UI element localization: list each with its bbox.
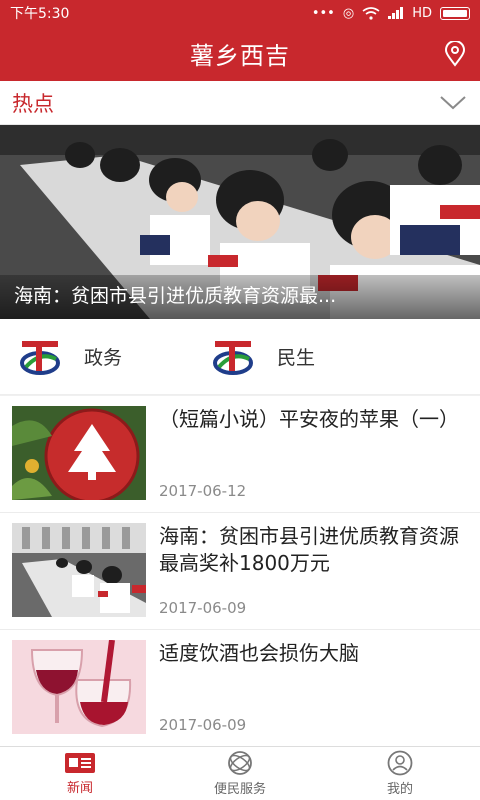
battery-icon xyxy=(440,6,470,20)
news-thumbnail xyxy=(12,406,146,500)
news-date: 2017-06-09 xyxy=(159,599,247,617)
featured-banner[interactable]: 海南：贫困市县引进优质教育资源最... xyxy=(0,125,480,319)
app-header: 薯乡西吉 xyxy=(0,26,480,81)
news-text: （短篇小说）平安夜的苹果（一） 2017-06-12 xyxy=(146,406,468,502)
expand-button[interactable] xyxy=(438,93,468,113)
tab-label: 我的 xyxy=(386,782,413,797)
wifi-icon xyxy=(362,6,380,20)
gov-logo-icon xyxy=(213,340,253,375)
category-label: 政务 xyxy=(84,347,123,369)
location-button[interactable] xyxy=(442,40,468,68)
news-text: 适度饮酒也会损伤大脑 2017-06-09 xyxy=(146,640,468,736)
location-pin-icon xyxy=(444,41,466,67)
alarm-icon: ◎ xyxy=(342,5,355,21)
banner-caption: 海南：贫困市县引进优质教育资源最... xyxy=(0,275,480,319)
category-livelihood[interactable]: 民生 xyxy=(193,337,386,377)
news-list: （短篇小说）平安夜的苹果（一） 2017-06-12 海南：贫困市县引进优质教育… xyxy=(0,395,480,747)
tab-label: 便民服务 xyxy=(213,782,266,797)
news-item[interactable]: （短篇小说）平安夜的苹果（一） 2017-06-12 xyxy=(0,396,480,513)
app-title: 薯乡西吉 xyxy=(190,42,290,70)
news-title: （短篇小说）平安夜的苹果（一） xyxy=(159,407,459,431)
hot-section-header: 热点 xyxy=(0,81,480,125)
news-date: 2017-06-12 xyxy=(159,482,247,500)
news-item[interactable]: 海南：贫困市县引进优质教育资源最高奖补1800万元 2017-06-09 xyxy=(0,513,480,630)
gov-logo-icon xyxy=(20,340,60,375)
bottom-tab-bar: 新闻 便民服务 我的 xyxy=(0,746,480,800)
category-gov[interactable]: 政务 xyxy=(0,337,193,377)
news-item[interactable]: 适度饮酒也会损伤大脑 2017-06-09 xyxy=(0,630,480,747)
more-dots-icon: ••• xyxy=(311,5,335,21)
chevron-down-icon xyxy=(440,95,466,109)
service-icon xyxy=(228,751,252,775)
tab-label: 新闻 xyxy=(66,781,93,796)
news-title: 海南：贫困市县引进优质教育资源最高奖补1800万元 xyxy=(159,524,459,575)
tab-profile[interactable]: 我的 xyxy=(320,747,480,800)
signal-icon xyxy=(388,7,404,19)
section-title: 热点 xyxy=(12,91,54,116)
profile-icon xyxy=(387,750,413,776)
status-icons: ••• ◎ HD xyxy=(312,6,470,21)
tab-news[interactable]: 新闻 xyxy=(0,747,160,800)
category-label: 民生 xyxy=(277,347,316,369)
news-date: 2017-06-09 xyxy=(159,716,247,734)
news-title: 适度饮酒也会损伤大脑 xyxy=(159,641,359,665)
network-type: HD xyxy=(412,5,432,21)
status-time: 下午5:30 xyxy=(10,6,70,22)
category-row: 政务 民生 xyxy=(0,319,480,395)
tab-services[interactable]: 便民服务 xyxy=(160,747,320,800)
news-icon xyxy=(65,753,95,773)
status-bar: 下午5:30 ••• ◎ HD xyxy=(0,0,480,26)
news-text: 海南：贫困市县引进优质教育资源最高奖补1800万元 2017-06-09 xyxy=(146,523,468,619)
news-thumbnail xyxy=(12,640,146,734)
news-thumbnail xyxy=(12,523,146,617)
